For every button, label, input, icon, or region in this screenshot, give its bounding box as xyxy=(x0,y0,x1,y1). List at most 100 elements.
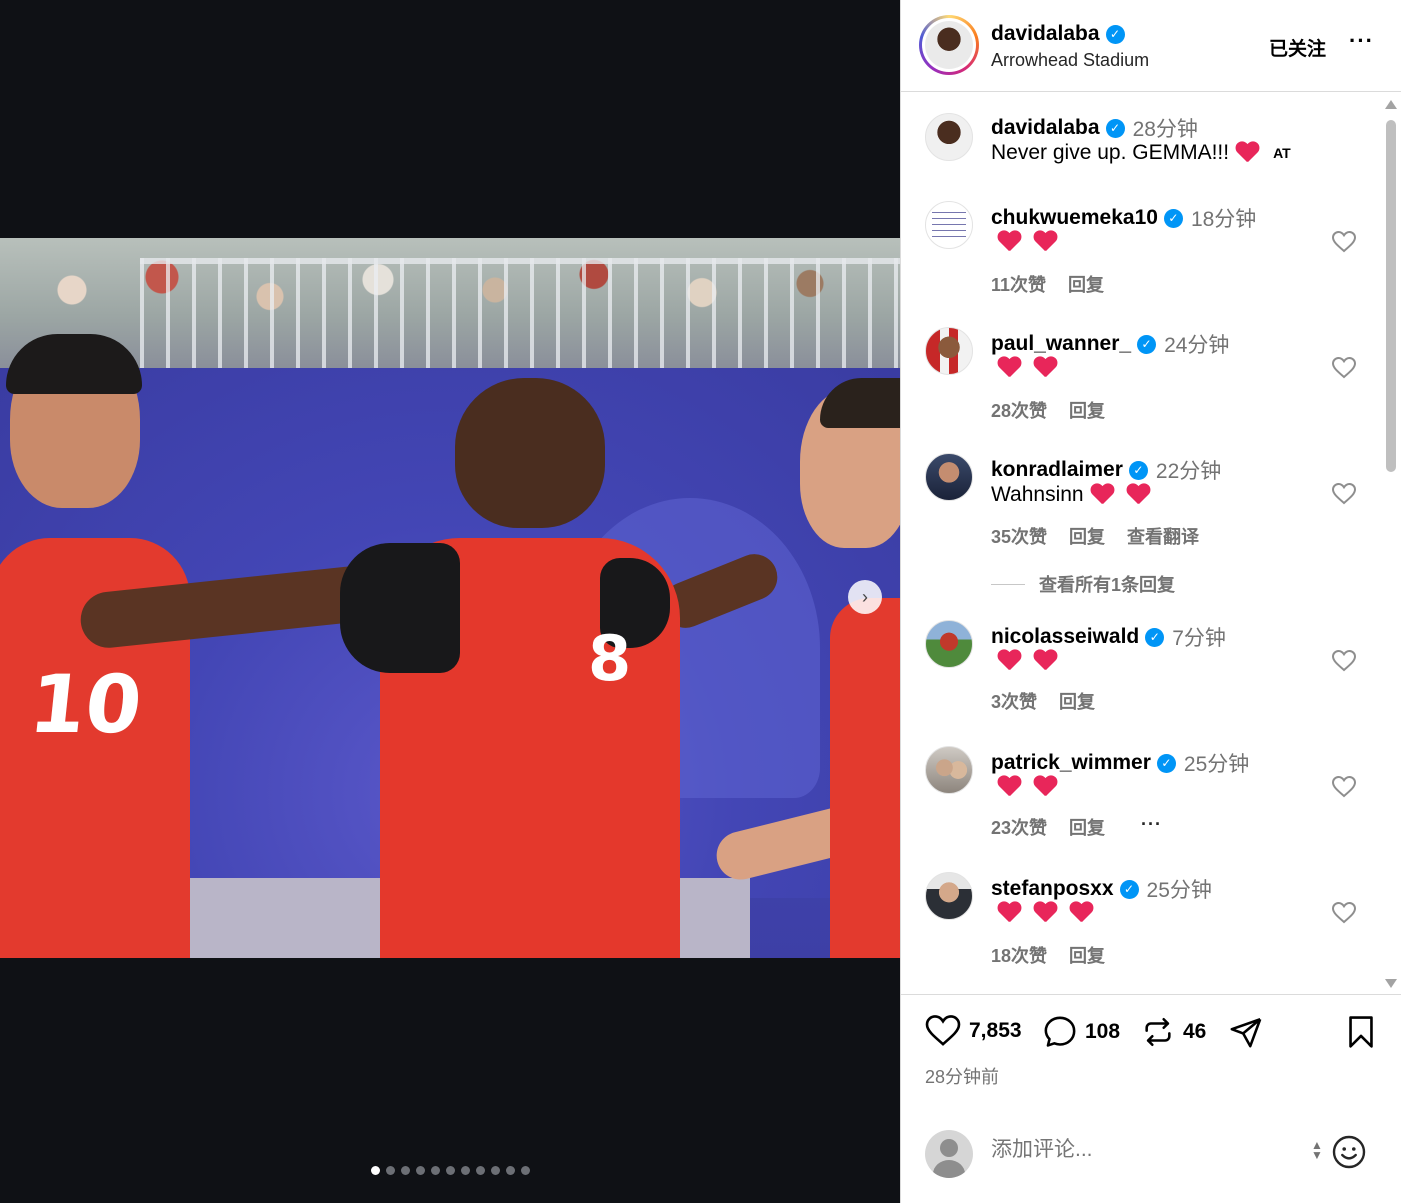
comments-scrollbar[interactable] xyxy=(1383,96,1399,992)
comment-time: 22分钟 xyxy=(1155,460,1222,483)
caption-avatar[interactable] xyxy=(925,113,973,161)
comment-text-content: Wahnsinn xyxy=(991,483,1084,506)
author-avatar[interactable] xyxy=(919,15,979,75)
heart-outline-icon[interactable] xyxy=(1329,479,1359,509)
comment-more-options-icon[interactable]: ··· xyxy=(1141,814,1162,840)
heart-outline-icon[interactable] xyxy=(1329,898,1359,928)
comment-reply-button[interactable]: 回复 xyxy=(1069,942,1105,968)
comment-reply-button[interactable]: 回复 xyxy=(1069,523,1105,549)
comment-reply-button[interactable]: 回复 xyxy=(1069,397,1105,423)
commenter-avatar[interactable] xyxy=(925,453,973,501)
verified-badge-icon: ✓ xyxy=(1137,334,1157,354)
carousel-dot[interactable] xyxy=(386,1166,395,1175)
chevron-right-icon: › xyxy=(862,586,868,607)
carousel-dot[interactable] xyxy=(521,1166,530,1175)
heart-outline-icon[interactable] xyxy=(1329,227,1359,257)
comment-text xyxy=(991,357,1063,379)
comment-like-count[interactable]: 35次赞 xyxy=(991,523,1047,549)
heart-outline-icon[interactable] xyxy=(1329,646,1359,676)
carousel-dot[interactable] xyxy=(506,1166,515,1175)
comment-reply-button[interactable]: 回复 xyxy=(1068,271,1104,297)
carousel-dot[interactable] xyxy=(446,1166,455,1175)
post-location[interactable]: Arrowhead Stadium xyxy=(991,50,1149,71)
comment-like-count[interactable]: 18次赞 xyxy=(991,942,1047,968)
comment-meta: 35次赞 回复 查看翻译 xyxy=(991,523,1199,549)
commenter-avatar[interactable] xyxy=(925,620,973,668)
red-heart-emoji-icon xyxy=(1090,484,1114,506)
comment-bubble-icon xyxy=(1044,1016,1076,1047)
carousel-dot[interactable] xyxy=(431,1166,440,1175)
post-photo[interactable]: 10 8 xyxy=(0,238,900,958)
comments-list: davidalaba ✓ 28分钟 Never give up. GEMMA!!… xyxy=(901,93,1381,993)
red-heart-emoji-icon xyxy=(997,776,1021,798)
comment-text xyxy=(991,231,1063,253)
heart-outline-icon[interactable] xyxy=(1329,772,1359,802)
comment-username-row: paul_wanner_ ✓ 24分钟 xyxy=(991,329,1229,359)
player-center-sleeve-left xyxy=(340,543,460,673)
view-replies-button[interactable]: 查看所有1条回复 xyxy=(991,571,1175,597)
commenter-avatar[interactable] xyxy=(925,201,973,249)
red-heart-emoji-icon xyxy=(1033,902,1057,924)
comment-text xyxy=(991,776,1063,798)
carousel-dot[interactable] xyxy=(476,1166,485,1175)
comment-input[interactable] xyxy=(991,1138,1291,1162)
scroll-up-arrow-icon[interactable] xyxy=(1385,100,1397,109)
repost-button[interactable]: 46 xyxy=(1141,1015,1206,1049)
post-sidebar: davidalaba ✓ Arrowhead Stadium 已关注 ··· d… xyxy=(900,0,1401,1203)
red-heart-emoji-icon xyxy=(1033,650,1057,672)
commenter-avatar[interactable] xyxy=(925,327,973,375)
carousel-dot[interactable] xyxy=(416,1166,425,1175)
more-options-icon[interactable]: ··· xyxy=(1349,28,1374,54)
comment-count: 108 xyxy=(1085,1020,1121,1043)
heart-outline-icon[interactable] xyxy=(1329,353,1359,383)
comment-like-count[interactable]: 28次赞 xyxy=(991,397,1047,423)
comment-time: 7分钟 xyxy=(1172,627,1226,650)
comment-username[interactable]: patrick_wimmer xyxy=(991,751,1151,775)
add-comment-bar: ▲▼ xyxy=(901,1104,1401,1203)
comment-like-count[interactable]: 23次赞 xyxy=(991,814,1047,840)
red-heart-emoji-icon xyxy=(1235,142,1259,164)
comment-like-count[interactable]: 3次赞 xyxy=(991,688,1037,714)
next-slide-button[interactable]: › xyxy=(848,580,882,614)
translate-button[interactable]: 查看翻译 xyxy=(1127,523,1199,549)
following-button[interactable]: 已关注 xyxy=(1269,34,1326,61)
carousel-dot[interactable] xyxy=(401,1166,410,1175)
comment-like-count[interactable]: 11次赞 xyxy=(991,271,1046,297)
save-button[interactable] xyxy=(1345,1015,1377,1049)
heart-outline-icon xyxy=(925,1015,961,1046)
caption-username[interactable]: davidalaba xyxy=(991,116,1100,140)
comment-username[interactable]: konradlaimer xyxy=(991,458,1123,482)
comment-text: Wahnsinn xyxy=(991,483,1156,507)
resize-handle-icon[interactable]: ▲ ▼ xyxy=(1311,1139,1323,1161)
red-heart-emoji-icon xyxy=(1033,231,1057,253)
commenter-avatar[interactable] xyxy=(925,746,973,794)
share-button[interactable] xyxy=(1229,1015,1263,1049)
carousel-dot[interactable] xyxy=(491,1166,500,1175)
comment-text xyxy=(991,650,1063,672)
scrollbar-thumb[interactable] xyxy=(1386,120,1396,472)
author-name-row: davidalaba ✓ xyxy=(991,22,1125,46)
commenter-avatar[interactable] xyxy=(925,872,973,920)
current-user-avatar xyxy=(925,1130,973,1178)
comment-username[interactable]: chukwuemeka10 xyxy=(991,206,1158,230)
scroll-down-arrow-icon[interactable] xyxy=(1385,979,1397,988)
like-button[interactable]: 7,853 xyxy=(925,1015,1022,1047)
comment-username-row: patrick_wimmer ✓ 25分钟 xyxy=(991,748,1249,778)
bookmark-icon xyxy=(1349,1016,1373,1048)
carousel-dot[interactable] xyxy=(461,1166,470,1175)
post-timestamp[interactable]: 28分钟前 xyxy=(925,1063,999,1089)
comment-button[interactable]: 108 xyxy=(1043,1015,1120,1049)
comment-username[interactable]: stefanposxx xyxy=(991,877,1114,901)
comment-reply-button[interactable]: 回复 xyxy=(1059,688,1095,714)
comment-username[interactable]: nicolasseiwald xyxy=(991,625,1139,649)
carousel-dot[interactable] xyxy=(371,1166,380,1175)
verified-badge-icon: ✓ xyxy=(1105,24,1125,44)
red-heart-emoji-icon xyxy=(1033,776,1057,798)
verified-badge-icon: ✓ xyxy=(1163,208,1183,228)
comment-reply-button[interactable]: 回复 xyxy=(1069,814,1105,840)
author-username[interactable]: davidalaba xyxy=(991,22,1100,46)
repost-icon xyxy=(1145,1017,1171,1047)
comment-username[interactable]: paul_wanner_ xyxy=(991,332,1131,356)
emoji-picker-icon[interactable] xyxy=(1331,1134,1367,1175)
comment-username-row: konradlaimer ✓ 22分钟 xyxy=(991,455,1221,485)
